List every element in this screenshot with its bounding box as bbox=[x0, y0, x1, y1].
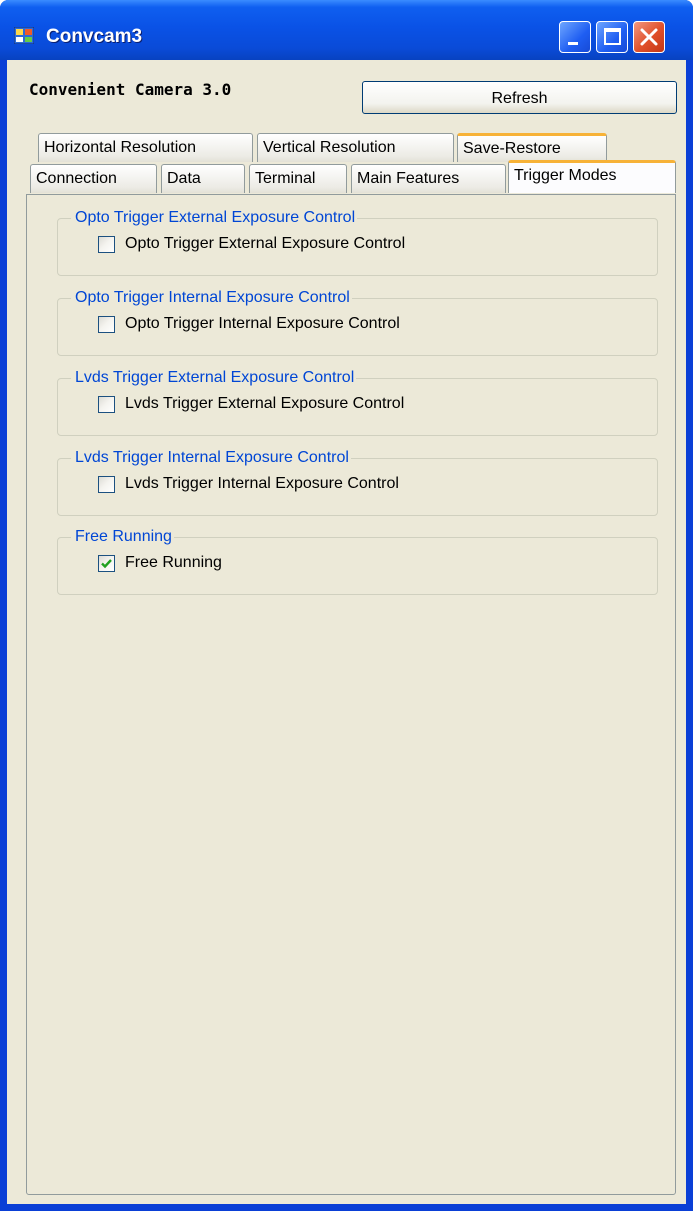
tab-vertical-resolution[interactable]: Vertical Resolution bbox=[257, 133, 454, 162]
group-legend: Lvds Trigger External Exposure Control bbox=[71, 368, 357, 388]
checkbox-box[interactable] bbox=[98, 555, 115, 572]
checkbox-box[interactable] bbox=[98, 476, 115, 493]
checkbox-box[interactable] bbox=[98, 316, 115, 333]
window-title: Convcam3 bbox=[46, 26, 143, 47]
trigger-modes-panel: Opto Trigger External Exposure Control O… bbox=[26, 194, 676, 1195]
tab-horizontal-resolution[interactable]: Horizontal Resolution bbox=[38, 133, 253, 162]
close-icon bbox=[640, 28, 658, 46]
group-lvds-trigger-external: Lvds Trigger External Exposure Control L… bbox=[57, 368, 658, 436]
tab-connection[interactable]: Connection bbox=[30, 164, 157, 193]
group-lvds-trigger-internal: Lvds Trigger Internal Exposure Control L… bbox=[57, 448, 658, 516]
checkbox-label[interactable]: Opto Trigger External Exposure Control bbox=[125, 233, 405, 255]
checkbox-box[interactable] bbox=[98, 236, 115, 253]
app-heading: Convenient Camera 3.0 bbox=[29, 80, 232, 99]
checkbox-label[interactable]: Lvds Trigger Internal Exposure Control bbox=[125, 473, 399, 495]
group-legend: Opto Trigger External Exposure Control bbox=[71, 208, 358, 228]
group-legend: Opto Trigger Internal Exposure Control bbox=[71, 288, 352, 308]
minimize-button[interactable] bbox=[559, 21, 591, 53]
tab-main-features[interactable]: Main Features bbox=[351, 164, 506, 193]
app-window-icon bbox=[14, 27, 34, 44]
maximize-icon bbox=[604, 28, 621, 45]
group-legend: Lvds Trigger Internal Exposure Control bbox=[71, 448, 351, 468]
tab-data[interactable]: Data bbox=[161, 164, 245, 193]
checkbox-label[interactable]: Lvds Trigger External Exposure Control bbox=[125, 393, 404, 415]
tab-save-restore[interactable]: Save-Restore bbox=[457, 133, 607, 162]
group-free-running: Free Running Free Running bbox=[57, 527, 658, 595]
checkmark-icon bbox=[101, 559, 112, 569]
checkbox-box[interactable] bbox=[98, 396, 115, 413]
maximize-button[interactable] bbox=[596, 21, 628, 53]
minimize-icon bbox=[568, 42, 578, 45]
title-bar[interactable]: Convcam3 bbox=[0, 0, 693, 60]
group-opto-trigger-internal: Opto Trigger Internal Exposure Control O… bbox=[57, 288, 658, 356]
tab-trigger-modes[interactable]: Trigger Modes bbox=[508, 160, 676, 193]
tab-terminal[interactable]: Terminal bbox=[249, 164, 347, 193]
close-button[interactable] bbox=[633, 21, 665, 53]
checkbox-label[interactable]: Free Running bbox=[125, 552, 222, 574]
group-opto-trigger-external: Opto Trigger External Exposure Control O… bbox=[57, 208, 658, 276]
group-legend: Free Running bbox=[71, 527, 174, 547]
refresh-button[interactable]: Refresh bbox=[362, 81, 677, 114]
checkbox-label[interactable]: Opto Trigger Internal Exposure Control bbox=[125, 313, 400, 335]
